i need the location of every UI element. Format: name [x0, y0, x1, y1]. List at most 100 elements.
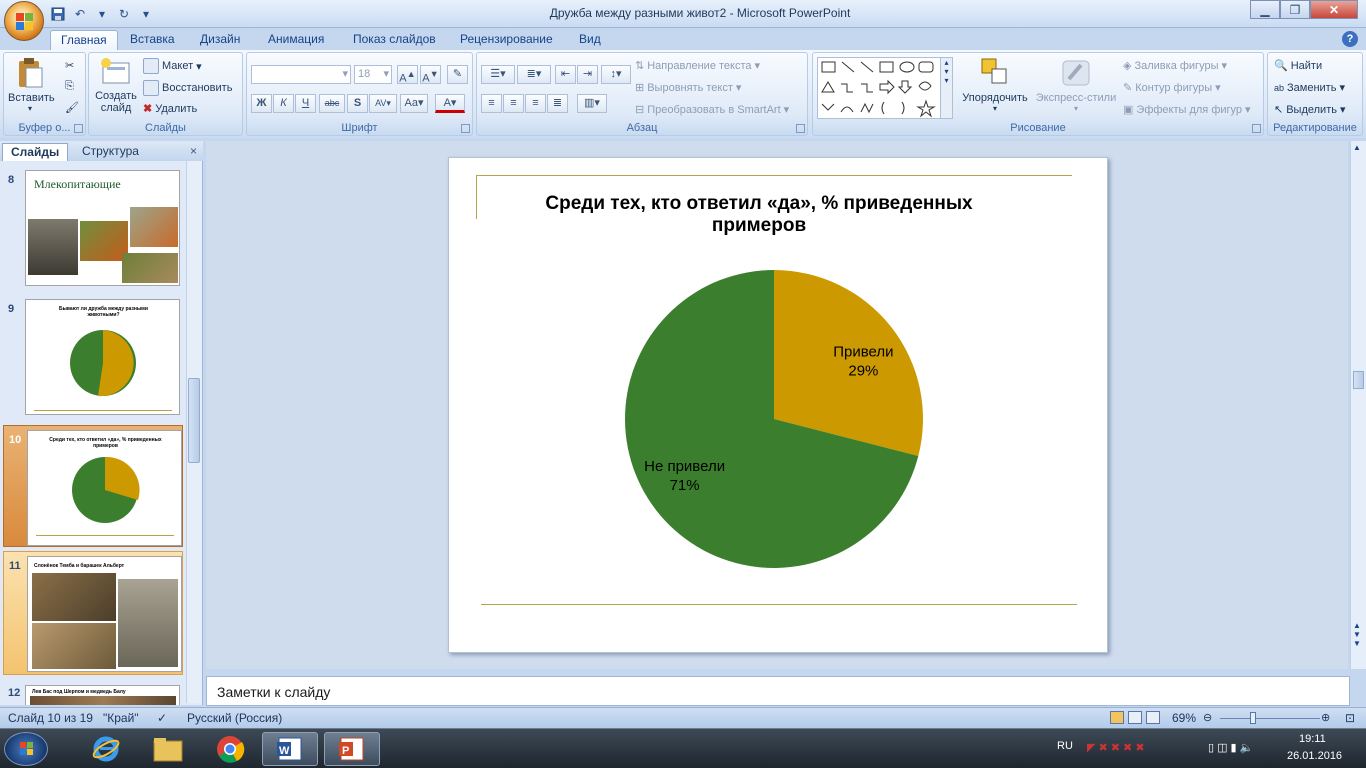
- slide-thumb-10[interactable]: 10 Среди тех, кто ответил «да», % привед…: [3, 425, 183, 547]
- line-spacing-icon[interactable]: ↕▾: [601, 65, 631, 84]
- close-button[interactable]: ✕: [1310, 0, 1358, 19]
- font-family-select[interactable]: ▾: [251, 65, 351, 84]
- zoom-slider-thumb[interactable]: [1250, 712, 1256, 724]
- font-launcher-icon[interactable]: [461, 124, 470, 133]
- clock-date[interactable]: 26.01.2016: [1287, 750, 1342, 762]
- char-spacing-icon[interactable]: AV▾: [369, 94, 397, 113]
- tab-insert[interactable]: Вставка: [120, 30, 185, 50]
- slide-thumb-9[interactable]: 9 Бывают ли дружба между разными животны…: [3, 295, 183, 417]
- shape-effects-button[interactable]: ▣ Эффекты для фигур ▾: [1123, 103, 1251, 117]
- help-icon[interactable]: ?: [1342, 31, 1358, 47]
- save-icon[interactable]: [50, 6, 66, 22]
- language-status[interactable]: Русский (Россия): [187, 711, 282, 725]
- columns-icon[interactable]: ▥▾: [577, 94, 607, 113]
- scroll-up-icon[interactable]: ▲: [1353, 143, 1361, 152]
- zoom-in-icon[interactable]: ⊕: [1321, 711, 1330, 724]
- zoom-out-icon[interactable]: ⊖: [1203, 711, 1212, 724]
- tab-slideshow[interactable]: Показ слайдов: [343, 30, 446, 50]
- shapes-gallery[interactable]: ▴ ▾ ▾: [817, 57, 953, 119]
- increase-indent-icon[interactable]: ⇥: [577, 65, 598, 84]
- minimize-button[interactable]: ▁: [1250, 0, 1280, 19]
- current-slide[interactable]: Среди тех, кто ответил «да», % приведенн…: [448, 157, 1108, 653]
- shape-fill-button[interactable]: ◈ Заливка фигуры ▾: [1123, 59, 1227, 73]
- new-slide-button[interactable]: Создать слайд: [91, 57, 141, 114]
- shape-outline-button[interactable]: ✎ Контур фигуры ▾: [1123, 81, 1221, 95]
- clock-time[interactable]: 19:11: [1299, 733, 1326, 745]
- layout-button[interactable]: Макет ▾: [143, 58, 202, 74]
- change-case-icon[interactable]: Aa▾: [400, 94, 428, 113]
- paste-button[interactable]: Вставить ▾: [8, 57, 55, 113]
- chrome-taskbar-icon[interactable]: [202, 732, 258, 766]
- text-direction-button[interactable]: ⇅ Направление текста ▾: [635, 59, 760, 73]
- decrease-indent-icon[interactable]: ⇤: [555, 65, 576, 84]
- ie-taskbar-icon[interactable]: [78, 732, 134, 766]
- slide-thumb-12[interactable]: 12 Лев Бас под Шерпом и медведь Балу: [3, 681, 183, 705]
- arrange-button[interactable]: Упорядочить ▾: [957, 57, 1033, 113]
- tab-design[interactable]: Дизайн: [190, 30, 250, 50]
- copy-icon[interactable]: ⎘: [65, 80, 74, 93]
- clipboard-launcher-icon[interactable]: [74, 124, 83, 133]
- spellcheck-icon[interactable]: ✓: [157, 711, 167, 725]
- tab-view[interactable]: Вид: [569, 30, 611, 50]
- slides-pane-scroll-thumb[interactable]: [188, 378, 200, 463]
- slideshow-view-icon[interactable]: [1146, 711, 1160, 724]
- zoom-level[interactable]: 69%: [1172, 711, 1196, 725]
- bold-icon[interactable]: Ж: [251, 94, 272, 113]
- shapes-scroll-icon[interactable]: ▴ ▾ ▾: [940, 58, 952, 118]
- align-left-icon[interactable]: ≡: [481, 94, 502, 113]
- tab-review[interactable]: Рецензирование: [450, 30, 563, 50]
- smartart-button[interactable]: ⊟ Преобразовать в SmartArt ▾: [635, 103, 789, 117]
- tab-slides[interactable]: Слайды: [2, 143, 69, 161]
- justify-icon[interactable]: ≣: [547, 94, 568, 113]
- shrink-font-icon[interactable]: A▼: [420, 65, 441, 85]
- slide-thumb-8[interactable]: 8 Млекопитающие: [3, 168, 183, 288]
- quick-styles-button[interactable]: Экспресс-стили ▾: [1033, 57, 1119, 113]
- redo-icon[interactable]: ↻: [116, 6, 132, 22]
- notes-pane[interactable]: Заметки к слайду: [206, 676, 1350, 706]
- clear-formatting-icon[interactable]: ✎: [447, 65, 468, 84]
- normal-view-icon[interactable]: [1110, 711, 1124, 724]
- input-language[interactable]: RU: [1057, 740, 1073, 752]
- tray-system-icons[interactable]: ▯ ◫ ▮ 🔈: [1208, 741, 1253, 754]
- fit-to-window-icon[interactable]: ⊡: [1345, 711, 1355, 725]
- delete-button[interactable]: ✖ Удалить: [143, 102, 197, 116]
- align-right-icon[interactable]: ≡: [525, 94, 546, 113]
- strikethrough-icon[interactable]: abc: [319, 94, 345, 113]
- select-button[interactable]: ↖ Выделить ▾: [1274, 103, 1346, 117]
- restore-button[interactable]: ❐: [1280, 0, 1310, 19]
- grow-font-icon[interactable]: A▲: [397, 65, 418, 85]
- find-button[interactable]: 🔍 Найти: [1274, 59, 1322, 73]
- reset-button[interactable]: Восстановить: [143, 80, 232, 96]
- cut-icon[interactable]: ✂: [65, 59, 74, 72]
- prev-next-slide-icon[interactable]: ▲ ▼ ▼: [1353, 621, 1361, 648]
- powerpoint-taskbar-icon[interactable]: P: [324, 732, 380, 766]
- drawing-launcher-icon[interactable]: [1252, 124, 1261, 133]
- pie-chart[interactable]: Привели 29% Не привели 71%: [619, 264, 939, 584]
- paragraph-launcher-icon[interactable]: [796, 124, 805, 133]
- font-color-icon[interactable]: A▾: [435, 94, 465, 113]
- italic-icon[interactable]: К: [273, 94, 294, 113]
- undo-icon[interactable]: ↶: [72, 6, 88, 22]
- dropdown-arrow-icon[interactable]: ▾: [94, 6, 110, 22]
- slide-sorter-icon[interactable]: [1128, 711, 1142, 724]
- slide-scrollbar[interactable]: ▲ ▲ ▼ ▼: [1350, 141, 1366, 669]
- theme-name[interactable]: "Край": [103, 711, 139, 725]
- format-painter-icon[interactable]: 🖌: [65, 101, 79, 114]
- shadow-icon[interactable]: S: [347, 94, 368, 113]
- word-taskbar-icon[interactable]: W: [262, 732, 318, 766]
- tab-outline[interactable]: Структура: [74, 143, 147, 161]
- start-button[interactable]: [4, 732, 48, 766]
- customize-qat-icon[interactable]: ▾: [138, 6, 154, 22]
- zoom-slider[interactable]: [1220, 718, 1320, 719]
- font-size-select[interactable]: 18 ▾: [354, 65, 392, 84]
- tab-home[interactable]: Главная: [50, 30, 118, 50]
- explorer-taskbar-icon[interactable]: [140, 732, 196, 766]
- underline-icon[interactable]: Ч: [295, 94, 316, 113]
- slide-title[interactable]: Среди тех, кто ответил «да», % приведенн…: [529, 193, 989, 237]
- slide-scroll-thumb[interactable]: [1353, 371, 1364, 389]
- office-button[interactable]: [4, 1, 44, 41]
- pane-close-icon[interactable]: ×: [190, 144, 197, 158]
- tray-icons[interactable]: ◤ ✖ ✖ ✖ ✖: [1087, 741, 1145, 754]
- replace-button[interactable]: ab Заменить ▾: [1274, 81, 1345, 95]
- align-center-icon[interactable]: ≡: [503, 94, 524, 113]
